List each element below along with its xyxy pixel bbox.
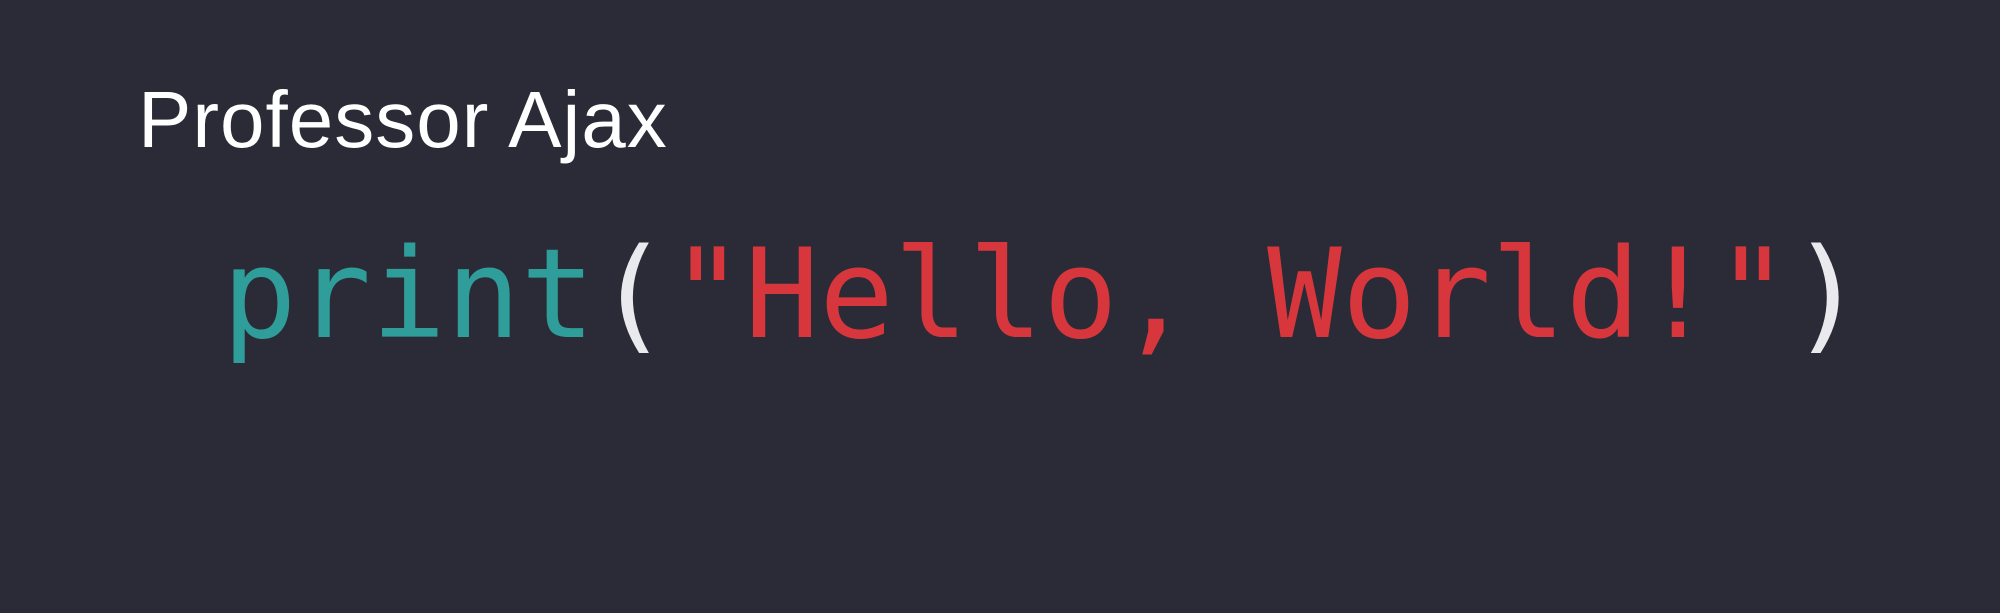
close-paren: ) <box>1789 223 1865 367</box>
open-paren: ( <box>595 223 670 367</box>
string-literal: "Hello, World!" <box>669 223 1790 367</box>
function-name: print <box>222 223 596 367</box>
author-name: Professor Ajax <box>138 75 668 164</box>
code-line: print("Hello, World!") <box>222 233 1864 357</box>
